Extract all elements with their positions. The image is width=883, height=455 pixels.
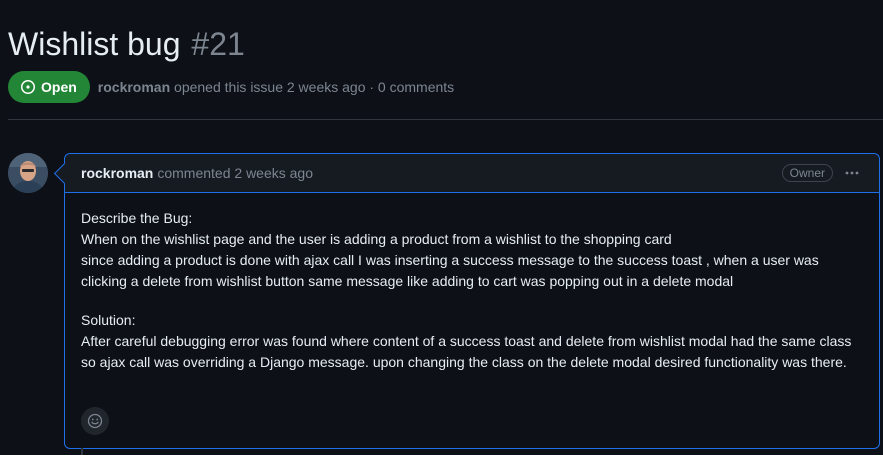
solution-heading: Solution:	[81, 312, 136, 328]
timeline-line	[81, 448, 83, 455]
issue-author-link[interactable]: rockroman	[98, 79, 170, 95]
state-label: Open	[41, 79, 77, 95]
add-reaction-button[interactable]	[81, 407, 109, 435]
comment-options-button[interactable]	[841, 163, 863, 183]
issue-opened-text: opened this issue 2 weeks ago · 0 commen…	[174, 79, 455, 95]
issue-meta-text: rockroman opened this issue 2 weeks ago …	[98, 79, 454, 95]
issue-page: Wishlist bug #21 Open rockroman opened t…	[0, 0, 883, 455]
issue-opened-icon	[21, 80, 35, 94]
state-badge: Open	[8, 71, 90, 103]
bug-line-2: since adding a product is done with ajax…	[81, 252, 819, 289]
owner-badge: Owner	[781, 164, 833, 182]
header-divider	[8, 119, 883, 120]
smiley-icon	[87, 413, 103, 429]
kebab-horizontal-icon	[845, 171, 859, 175]
bug-heading: Describe the Bug:	[81, 210, 193, 226]
issue-number: #21	[191, 26, 245, 62]
issue-title-row: Wishlist bug #21	[8, 24, 245, 64]
issue-title: Wishlist bug	[8, 26, 181, 62]
comment-author-link[interactable]: rockroman	[81, 165, 153, 181]
issue-meta: Open rockroman opened this issue 2 weeks…	[8, 71, 454, 103]
comment-body: Describe the Bug: When on the wishlist p…	[65, 193, 879, 373]
avatar[interactable]	[8, 153, 48, 193]
comment-box: rockroman commented 2 weeks ago Owner De…	[64, 153, 880, 449]
comment-timestamp[interactable]: commented 2 weeks ago	[157, 165, 313, 181]
comment-header: rockroman commented 2 weeks ago Owner	[65, 154, 879, 193]
solution-text: After careful debugging error was found …	[81, 333, 852, 370]
bug-line-1: When on the wishlist page and the user i…	[81, 231, 672, 247]
